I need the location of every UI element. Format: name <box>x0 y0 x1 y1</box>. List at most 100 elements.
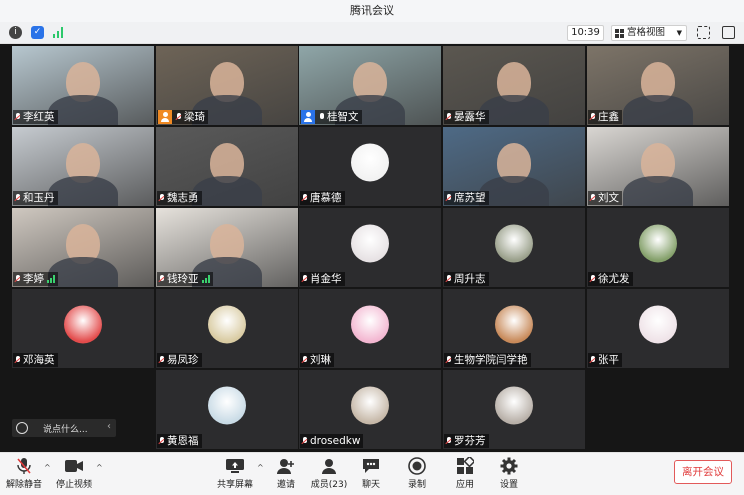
participant-name: 徐尤发 <box>598 273 630 285</box>
participant-tile[interactable]: 唐慕德 <box>299 127 441 206</box>
participant-nameplate: 梁琦 <box>157 110 208 124</box>
mic-muted-icon <box>445 274 452 284</box>
invite-label: 邀请 <box>276 480 295 490</box>
participant-tile[interactable]: 周升志 <box>443 208 585 287</box>
record-button[interactable]: 录制 <box>404 457 430 490</box>
share-options-chevron[interactable]: ^ <box>257 463 264 472</box>
video-options-chevron[interactable]: ^ <box>96 463 103 472</box>
participant-name: 黄恩福 <box>167 435 199 447</box>
participant-tile[interactable]: 庄鑫 <box>587 46 729 125</box>
participant-tile[interactable]: 席苏望 <box>443 127 585 206</box>
participant-tile[interactable]: 魏志勇 <box>156 127 298 206</box>
signal-icon[interactable] <box>53 27 65 38</box>
participant-name: 生物学院闫学艳 <box>454 354 528 366</box>
participant-tile[interactable]: 刘文 <box>587 127 729 206</box>
participant-tile[interactable]: 和玉丹 <box>12 127 154 206</box>
participant-avatar <box>64 304 102 343</box>
add-user-icon <box>272 457 300 475</box>
participant-tile[interactable]: 张平 <box>587 289 729 368</box>
mic-muted-icon <box>301 355 308 365</box>
participant-nameplate: 易凤珍 <box>157 353 202 367</box>
participant-tile[interactable]: 钱玲亚 <box>156 208 298 287</box>
mic-muted-icon <box>14 193 21 203</box>
participant-nameplate: 生物学院闫学艳 <box>444 353 531 367</box>
participant-nameplate: 唐慕德 <box>300 191 345 205</box>
participant-tile[interactable]: 晏露华 <box>443 46 585 125</box>
participant-tile[interactable]: 罗芬芳 <box>443 370 585 449</box>
stop-video-label: 停止视频 <box>56 480 93 490</box>
settings-button[interactable]: 设置 <box>496 457 522 490</box>
chat-input[interactable]: 说点什么... <box>43 422 88 435</box>
participant-nameplate: drosedkw <box>300 434 364 448</box>
participant-tile[interactable]: 黄恩福 <box>156 370 298 449</box>
chevron-left-icon[interactable]: ‹ <box>107 421 111 432</box>
participant-tile[interactable]: 徐尤发 <box>587 208 729 287</box>
participant-avatar <box>351 304 389 343</box>
participant-name: 周升志 <box>454 273 486 285</box>
participant-name: drosedkw <box>310 435 361 447</box>
view-mode-dropdown[interactable]: 宫格视图 ▼ <box>611 25 687 41</box>
participant-name: 易凤珍 <box>167 354 199 366</box>
participant-name: 邓海英 <box>23 354 55 366</box>
emoji-icon[interactable] <box>16 422 28 434</box>
participant-nameplate: 和玉丹 <box>13 191 58 205</box>
shield-icon[interactable]: ✓ <box>31 26 44 39</box>
host-badge-icon <box>301 110 315 124</box>
participant-nameplate: 庄鑫 <box>588 110 622 124</box>
sidebar-toggle-icon[interactable] <box>722 26 735 39</box>
participant-tile[interactable]: 易凤珍 <box>156 289 298 368</box>
apps-button[interactable]: 应用 <box>452 457 478 490</box>
mic-muted-icon <box>158 193 165 203</box>
participant-tile[interactable]: 梁琦 <box>156 46 298 125</box>
participant-nameplate: 晏露华 <box>444 110 489 124</box>
meeting-controls: 解除静音 ^ 停止视频 ^ 共享屏幕 ^ 邀请 成员(23) 聊天 录制 应用 … <box>0 452 744 495</box>
participant-name: 魏志勇 <box>167 192 199 204</box>
info-icon[interactable]: i <box>9 26 22 39</box>
members-label: 成员(23) <box>310 480 348 490</box>
grid-view-icon <box>615 29 624 38</box>
participant-tile[interactable]: drosedkw <box>299 370 441 449</box>
participant-tile[interactable]: 生物学院闫学艳 <box>443 289 585 368</box>
members-button[interactable]: 成员(23) <box>310 457 348 490</box>
mic-muted-icon <box>445 436 452 446</box>
participant-tile[interactable]: 刘琳 <box>299 289 441 368</box>
chat-button[interactable]: 聊天 <box>358 457 384 490</box>
chat-input-bar[interactable]: 说点什么... ‹ <box>12 419 116 437</box>
meeting-clock: 10:39 <box>567 25 604 41</box>
meeting-toolbar: i ✓ 10:39 宫格视图 ▼ <box>0 22 744 44</box>
participant-name: 梁琦 <box>184 111 205 123</box>
unmute-button[interactable]: 解除静音 <box>6 457 42 490</box>
participant-avatar <box>208 385 246 424</box>
participant-nameplate: 刘琳 <box>300 353 334 367</box>
mic-muted-icon <box>14 355 21 365</box>
apps-grid-icon <box>452 457 478 475</box>
share-screen-button[interactable]: 共享屏幕 <box>216 457 254 490</box>
participant-tile[interactable]: 桂智文 <box>299 46 441 125</box>
mic-on-icon <box>318 112 325 122</box>
mic-muted-icon <box>445 355 452 365</box>
participant-nameplate: 刘文 <box>588 191 622 205</box>
leave-meeting-button[interactable]: 离开会议 <box>674 460 732 484</box>
audio-options-chevron[interactable]: ^ <box>44 463 51 472</box>
participant-name: 桂智文 <box>327 111 359 123</box>
participant-tile[interactable]: 肖金华 <box>299 208 441 287</box>
mic-muted-icon <box>175 112 182 122</box>
participant-avatar <box>639 304 677 343</box>
mic-muted-icon <box>14 112 21 122</box>
fullscreen-icon[interactable] <box>697 26 710 39</box>
mic-muted-icon <box>445 112 452 122</box>
network-signal-icon <box>201 275 210 283</box>
participant-nameplate: 钱玲亚 <box>157 272 213 286</box>
invite-button[interactable]: 邀请 <box>272 457 300 490</box>
participant-nameplate: 罗芬芳 <box>444 434 489 448</box>
participant-tile[interactable]: 李红英 <box>12 46 154 125</box>
mic-muted-icon <box>589 193 596 203</box>
network-signal-icon <box>47 275 55 283</box>
participant-nameplate: 桂智文 <box>300 110 362 124</box>
participant-tile[interactable]: 李婷 <box>12 208 154 287</box>
participant-nameplate: 邓海英 <box>13 353 58 367</box>
mic-muted-icon <box>14 274 21 284</box>
participant-tile[interactable]: 邓海英 <box>12 289 154 368</box>
stop-video-button[interactable]: 停止视频 <box>56 457 92 490</box>
participant-nameplate: 黄恩福 <box>157 434 202 448</box>
